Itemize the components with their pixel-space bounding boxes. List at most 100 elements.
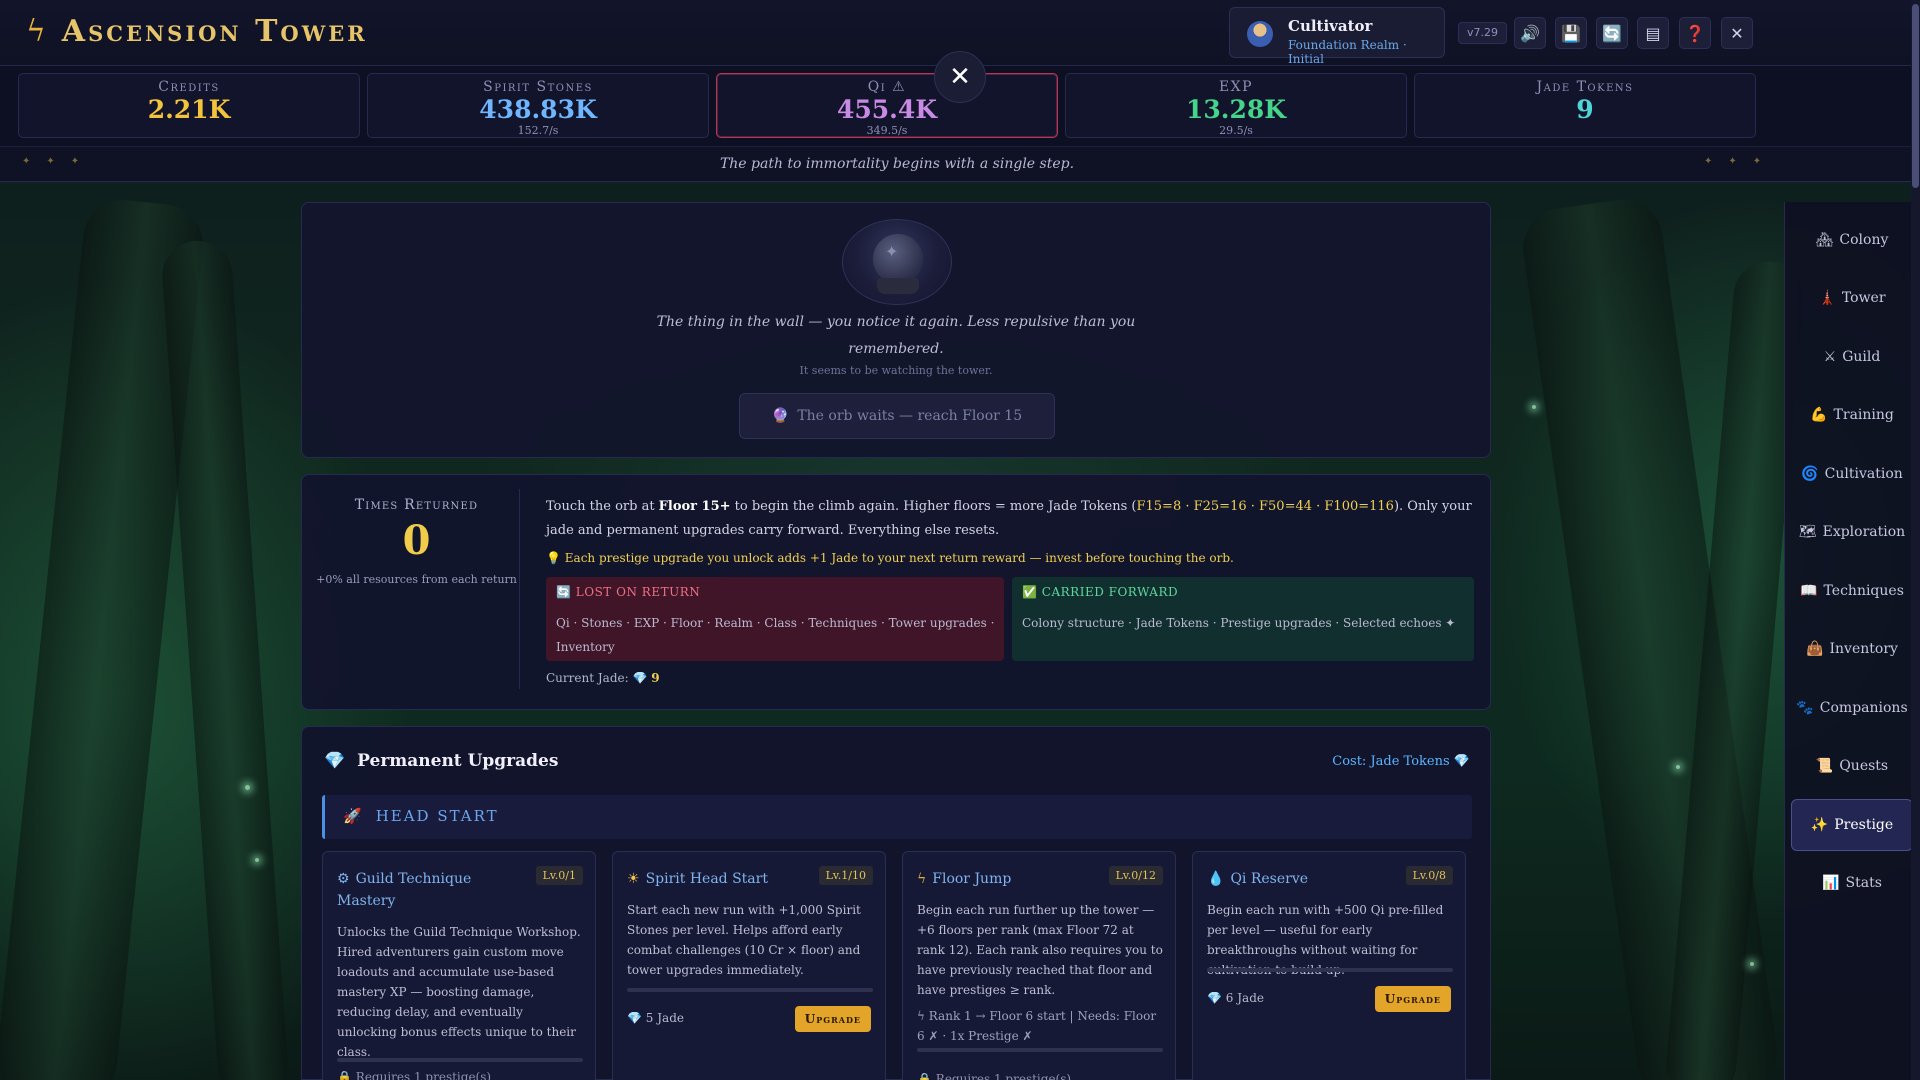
- nav-inventory[interactable]: 👜 Inventory: [1791, 623, 1913, 675]
- resource-jade-tokens: Jade Tokens 9: [1414, 73, 1756, 138]
- swirl-icon: 🌀: [1801, 466, 1819, 482]
- resource-exp: EXP 13.28K 29.5/s: [1065, 73, 1407, 138]
- refresh-button[interactable]: 🔄: [1596, 17, 1628, 49]
- gem-icon: 💎: [627, 1011, 642, 1025]
- card-title: ☀ Spirit Head Start: [627, 871, 768, 887]
- nav-label: Stats: [1845, 875, 1882, 891]
- nav-exploration[interactable]: 🗺 Exploration: [1791, 506, 1913, 558]
- upgrade-card-floor-jump: ϟ Floor Jump Lv.0/12 Begin each run furth…: [902, 851, 1176, 1080]
- card-description: Start each new run with +1,000 Spirit St…: [627, 903, 861, 977]
- lost-items: Qi · Stones · EXP · Floor · Realm · Clas…: [556, 616, 995, 654]
- quote-bar: ✦✦✦ The path to immortality begins with …: [0, 146, 1920, 182]
- permanent-upgrades-panel: 💎 Permanent Upgrades Cost: Jade Tokens 💎…: [301, 726, 1491, 1080]
- decorative-stars: ✦✦✦: [1704, 156, 1778, 167]
- muscle-icon: 💪: [1810, 407, 1828, 423]
- rocket-icon: 🚀: [343, 807, 364, 825]
- upgrade-button[interactable]: Upgrade: [794, 1006, 871, 1032]
- upgrade-button[interactable]: Upgrade: [1374, 986, 1451, 1012]
- lost-on-return-box: 🔄 LOST ON RETURN Qi · Stones · EXP · Flo…: [546, 577, 1004, 661]
- prestige-info-panel: Times Returned 0 +0% all resources from …: [301, 474, 1491, 710]
- orb-icon: 🔮: [771, 408, 790, 424]
- level-badge: Lv.0/1: [535, 866, 583, 885]
- bar-chart-icon: 📊: [1822, 875, 1840, 891]
- scrollbar-thumb[interactable]: [1912, 4, 1919, 188]
- card-title: ⚙ Guild Technique Mastery: [337, 871, 472, 909]
- floppy-disk-icon: 💾: [1561, 23, 1581, 43]
- prestige-tip: 💡 Each prestige upgrade you unlock adds …: [546, 551, 1234, 565]
- nav-label: Colony: [1839, 232, 1889, 248]
- save-button[interactable]: 💾: [1555, 17, 1587, 49]
- upgrade-card-guild-technique-mastery: ⚙ Guild Technique Mastery Lv.0/1 Unlocks …: [322, 851, 596, 1080]
- progress-bar: [627, 988, 873, 992]
- nav-cultivation[interactable]: 🌀 Cultivation: [1791, 448, 1913, 500]
- nav-quests[interactable]: 📜 Quests: [1791, 740, 1913, 792]
- close-button[interactable]: ✕: [1721, 17, 1753, 49]
- avatar: [1247, 21, 1273, 47]
- prestige-description: Touch the orb at Floor 15+ to begin the …: [546, 499, 1472, 538]
- nav-colony[interactable]: 🏘 Colony: [1791, 214, 1913, 266]
- gem-icon: 💎: [1453, 754, 1470, 769]
- card-price: 💎 5 Jade: [627, 1011, 684, 1025]
- level-badge: Lv.0/12: [1108, 866, 1163, 885]
- lightbulb-icon: 💡: [546, 551, 561, 565]
- progress-bar: [337, 1058, 583, 1062]
- nav-label: Quests: [1839, 758, 1889, 774]
- section-title: HEAD START: [375, 807, 499, 825]
- touch-orb-button[interactable]: 🔮 The orb waits — reach Floor 15: [739, 393, 1055, 439]
- book-icon: 📖: [1800, 583, 1818, 599]
- resource-value: 9: [1576, 95, 1594, 124]
- carry-title: CARRIED FORWARD: [1041, 585, 1179, 599]
- layout-button[interactable]: ▤: [1637, 17, 1669, 49]
- close-overlay-button[interactable]: ✕: [934, 51, 986, 103]
- card-requirement: 🔒 Requires 1 prestige(s): [917, 1072, 1071, 1080]
- nav-stats[interactable]: 📊 Stats: [1791, 857, 1913, 909]
- version-badge: v7.29: [1458, 22, 1508, 44]
- nav-label: Inventory: [1829, 641, 1898, 657]
- tip-text: Each prestige upgrade you unlock adds +1…: [564, 551, 1234, 565]
- nav-tower[interactable]: 🗼 Tower: [1791, 272, 1913, 324]
- card-rank-info: ϟ Rank 1 → Floor 6 start | Needs: Floor …: [917, 1009, 1157, 1043]
- upgrade-card-spirit-head-start: ☀ Spirit Head Start Lv.1/10 Start each ne…: [612, 851, 886, 1080]
- resource-value: 2.21K: [147, 95, 231, 124]
- nav-label: Techniques: [1823, 583, 1904, 599]
- carried-items: Colony structure · Jade Tokens · Prestig…: [1022, 616, 1456, 630]
- head-start-section: 🚀 HEAD START: [322, 795, 1472, 839]
- resource-qi[interactable]: Qi ⚠ 455.4K 349.5/s: [716, 73, 1058, 138]
- speaker-icon: 🔊: [1520, 23, 1540, 43]
- gem-icon: 💎: [324, 751, 346, 771]
- card-requirement: 🔒 Requires 1 prestige(s): [337, 1070, 491, 1080]
- resource-rate: 349.5/s: [866, 124, 908, 137]
- profile-card[interactable]: Cultivator Foundation Realm · Initial: [1229, 7, 1445, 66]
- help-button[interactable]: ❓: [1679, 17, 1711, 49]
- nav-prestige[interactable]: ✨ Prestige: [1791, 799, 1913, 851]
- refresh-icon: 🔄: [1602, 23, 1622, 43]
- nav-companions[interactable]: 🐾 Companions: [1791, 682, 1913, 734]
- crystal-orb-icon: ✦: [842, 219, 952, 305]
- sparkles-icon: ✨: [1810, 817, 1829, 833]
- resource-rate: 29.5/s: [1219, 124, 1253, 137]
- resource-label: Qi ⚠: [867, 79, 907, 95]
- orb-text-line: remembered.: [848, 341, 944, 357]
- current-jade-value: 9: [651, 671, 660, 685]
- droplet-icon: 💧: [1207, 871, 1225, 887]
- resource-label: Spirit Stones: [483, 79, 593, 95]
- nav-label: Exploration: [1822, 524, 1906, 540]
- nav-training[interactable]: 💪 Training: [1791, 389, 1913, 441]
- nav-techniques[interactable]: 📖 Techniques: [1791, 565, 1913, 617]
- bolt-icon: ϟ: [917, 1009, 925, 1023]
- lock-icon: 🔒: [917, 1072, 932, 1080]
- lost-title: LOST ON RETURN: [575, 585, 701, 599]
- app-title: Ascension Tower: [61, 14, 368, 49]
- checkmark-icon: ✅: [1022, 585, 1038, 599]
- nav-label: Companions: [1819, 700, 1908, 716]
- sound-button[interactable]: 🔊: [1514, 17, 1546, 49]
- resource-rate: 152.7/s: [517, 124, 559, 137]
- lock-icon: 🔒: [337, 1070, 352, 1080]
- nav-guild[interactable]: ⚔ Guild: [1791, 331, 1913, 383]
- profile-realm: Foundation Realm · Initial: [1288, 38, 1407, 66]
- orb-subtext: It seems to be watching the tower.: [799, 364, 993, 377]
- reset-icon: 🔄: [556, 585, 572, 599]
- upgrades-title: Permanent Upgrades: [357, 751, 559, 771]
- carried-forward-box: ✅ CARRIED FORWARD Colony structure · Jad…: [1012, 577, 1474, 661]
- resource-value: 438.83K: [479, 95, 597, 124]
